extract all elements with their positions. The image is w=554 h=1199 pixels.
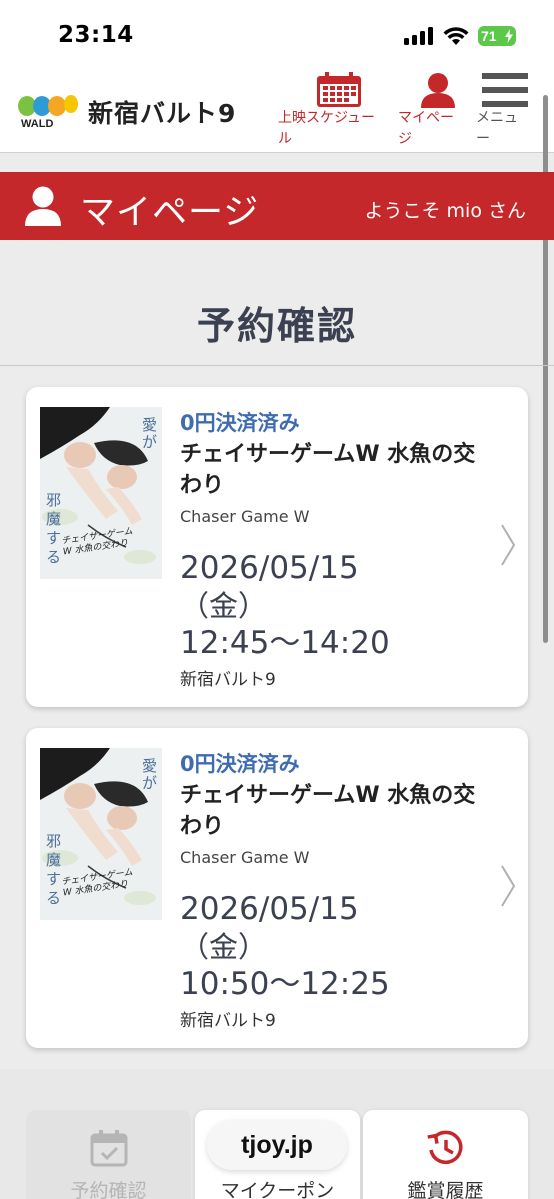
show-time: 12:45～14:20 [180,625,390,661]
user-icon [421,73,455,108]
movie-poster: 愛が 邪魔する チェイサーゲームW 水魚の交わり [40,748,162,920]
show-date: 2026/05/15 [180,891,359,927]
tab-label: 鑑賞履歴 [407,1180,484,1199]
tab-label: 予約確認 [70,1180,147,1199]
status-bar: 23:14 71 [0,0,554,70]
poster-tagline: 愛が [142,416,158,451]
tab-reservation[interactable]: 予約確認 [26,1110,191,1199]
welcome-message: ようこそ mio さん [364,200,527,222]
tab-label: マイクーポン [220,1180,335,1199]
reservation-card[interactable]: 愛が 邪魔する チェイサーゲームW 水魚の交わり 0円決済済み チェイサーゲーム… [26,728,528,1048]
banner-user-icon [25,186,61,226]
payment-status: 0円決済済み [180,411,300,435]
movie-title: チェイサーゲームW 水魚の交わり [180,783,476,839]
movie-title-en: Chaser Game W [180,507,310,526]
status-time: 23:14 [58,22,134,48]
movie-poster: 愛が 邪魔する チェイサーゲームW 水魚の交わり [40,407,162,579]
battery-indicator: 71 [478,26,516,46]
show-time: 10:50～12:25 [180,966,390,1002]
hamburger-menu-icon [482,73,528,107]
movie-title-en: Chaser Game W [180,848,310,867]
battery-level: 71 [481,28,497,44]
poster-tagline: 邪魔する [46,832,62,907]
banner-title: マイページ [80,193,260,233]
poster-tagline: 邪魔する [46,491,62,566]
poster-tagline: 愛が [142,757,158,792]
schedule-label: 上映スケジュール [278,110,376,147]
site-title[interactable]: 新宿バルト9 [88,94,236,130]
mypage-banner: マイページ ようこそ mio さん [0,172,554,240]
charging-bolt-icon [505,29,513,43]
page-title: 予約確認 [196,304,357,348]
menu-label: メニュー [476,110,518,147]
chevron-right-icon[interactable] [500,864,516,908]
logo-sub-text: WALD [21,118,54,130]
wifi-icon [443,27,469,45]
browser-url-pill[interactable]: tjoy.jp [207,1120,347,1170]
cellular-signal-icon [404,27,434,45]
wald-logo[interactable]: WALD [17,92,79,132]
site-header: WALD 新宿バルト9 上映スケジュール マイページ メニュー [0,70,554,153]
theater-name: 新宿バルト9 [180,670,276,690]
chevron-right-icon[interactable] [500,523,516,567]
history-clock-icon [427,1130,463,1165]
movie-title: チェイサーゲームW 水魚の交わり [180,442,476,498]
tab-history[interactable]: 鑑賞履歴 [363,1110,528,1199]
divider [0,365,554,366]
theater-name: 新宿バルト9 [180,1011,276,1031]
calendar-check-icon [90,1130,128,1167]
reservation-card[interactable]: 愛が 邪魔する チェイサーゲームW 水魚の交わり 0円決済済み チェイサーゲーム… [26,387,528,707]
payment-status: 0円決済済み [180,752,300,776]
calendar-icon [317,72,361,107]
show-date: 2026/05/15 [180,550,359,586]
mypage-label: マイページ [398,110,454,147]
